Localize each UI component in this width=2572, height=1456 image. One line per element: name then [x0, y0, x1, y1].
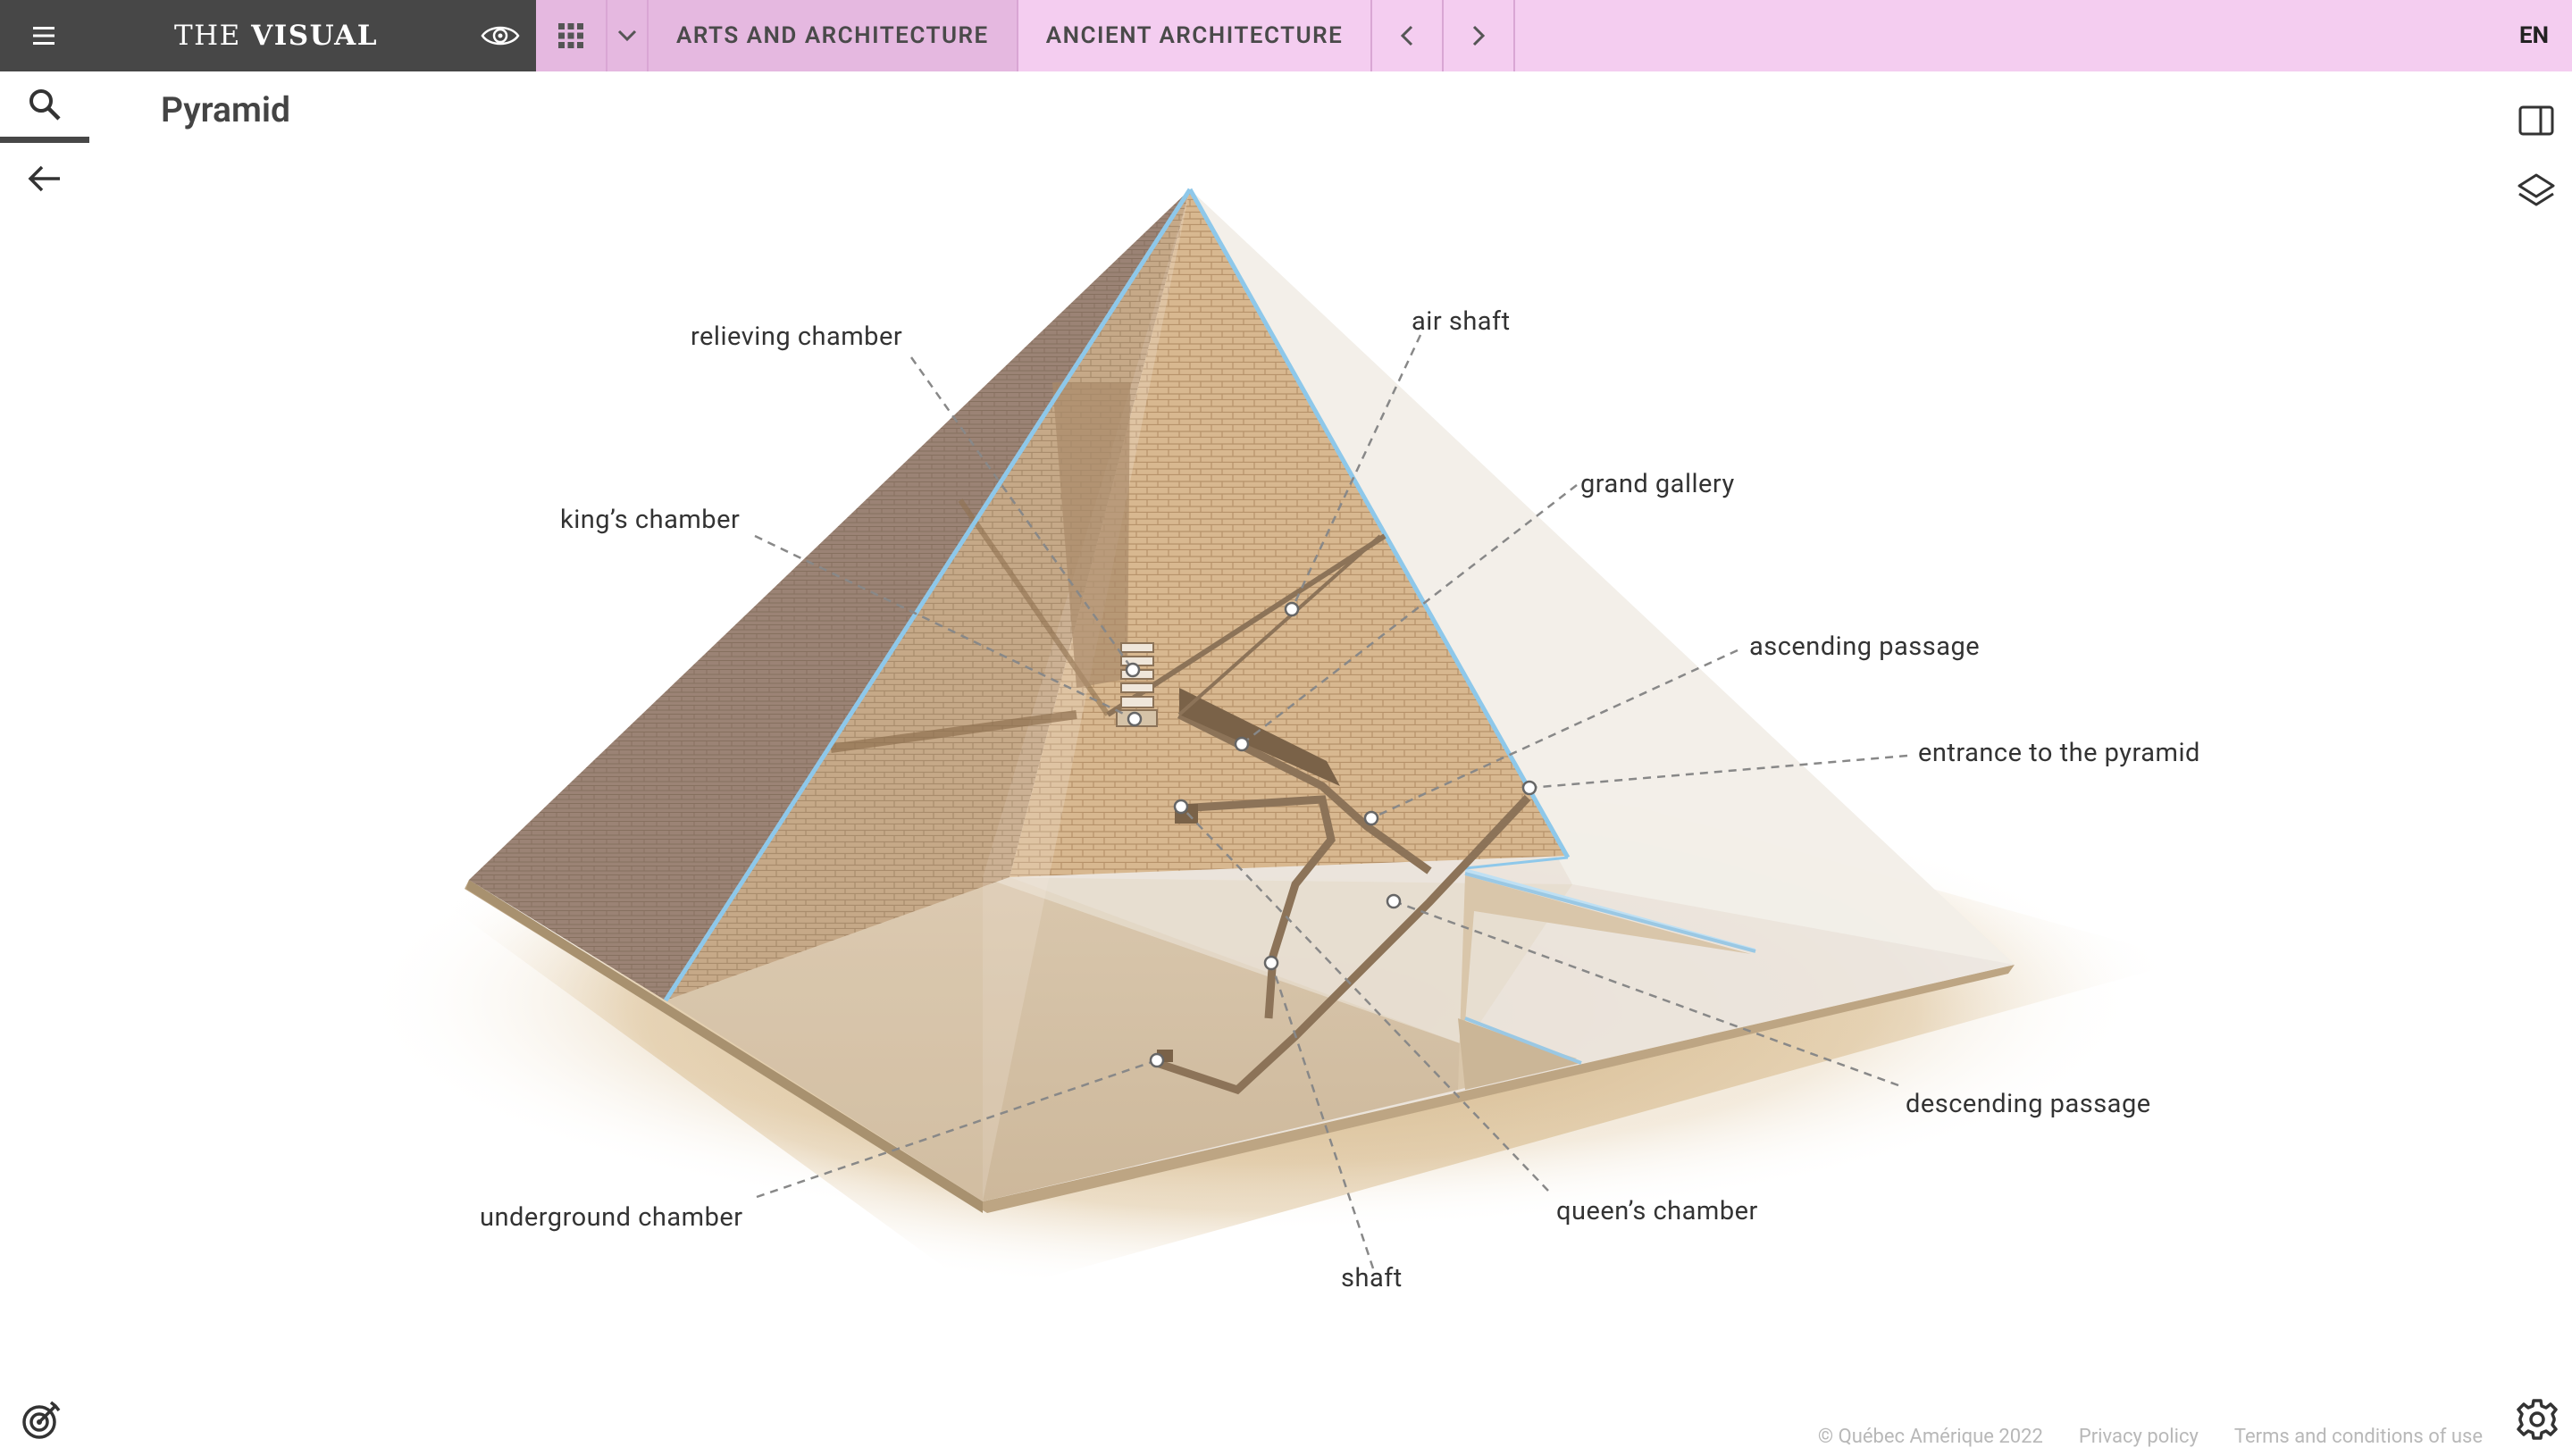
- pyramid-illustration: [357, 188, 2189, 1295]
- settings-button[interactable]: [2515, 1397, 2559, 1445]
- label-entrance-to-pyramid[interactable]: entrance to the pyramid: [1918, 738, 2200, 768]
- footer: © Québec Amérique 2022 Privacy policy Te…: [1818, 1426, 2483, 1448]
- label-relieving-chamber[interactable]: relieving chamber: [691, 322, 902, 352]
- label-underground-chamber[interactable]: underground chamber: [480, 1202, 743, 1233]
- label-queens-chamber[interactable]: queen’s chamber: [1556, 1196, 1758, 1226]
- label-air-shaft[interactable]: air shaft: [1412, 306, 1511, 337]
- label-descending-passage[interactable]: descending passage: [1906, 1089, 2151, 1119]
- label-ascending-passage[interactable]: ascending passage: [1749, 632, 1980, 662]
- quiz-button[interactable]: [20, 1399, 63, 1445]
- copyright: © Québec Amérique 2022: [1817, 1426, 2043, 1448]
- label-grand-gallery[interactable]: grand gallery: [1580, 469, 1735, 499]
- privacy-link[interactable]: Privacy policy: [2079, 1426, 2199, 1448]
- terms-link[interactable]: Terms and conditions of use: [2234, 1426, 2483, 1448]
- target-icon: [22, 1401, 61, 1439]
- label-shaft[interactable]: shaft: [1341, 1263, 1403, 1293]
- label-kings-chamber[interactable]: king’s chamber: [560, 505, 740, 535]
- gear-icon: [2517, 1399, 2558, 1440]
